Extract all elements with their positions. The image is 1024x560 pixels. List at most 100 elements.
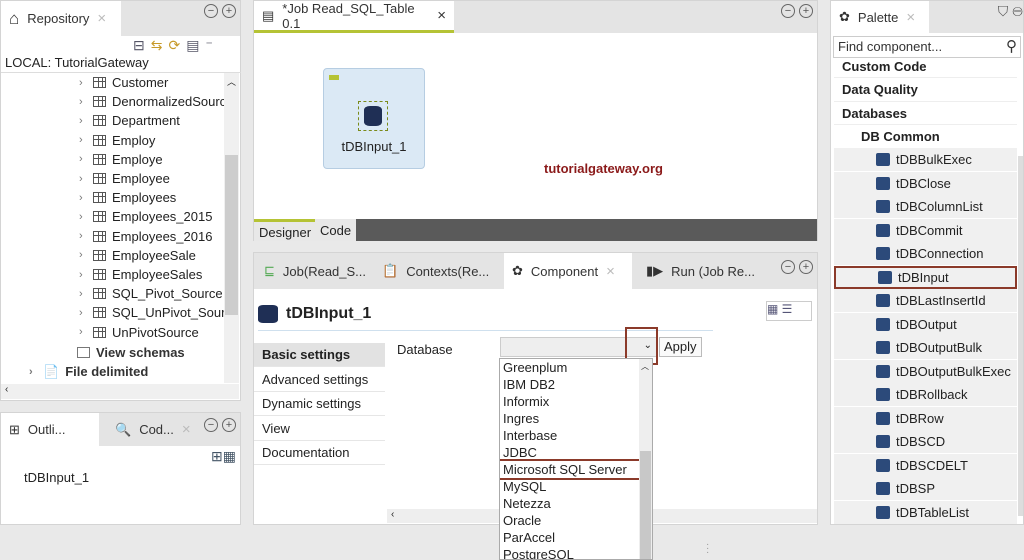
maximize-icon[interactable]: + [222,418,236,432]
filter-icon[interactable]: ⛉ ⊖ [998,3,1023,20]
tree-item-file-delimited[interactable]: › 📄 File delimited [29,362,148,381]
tree-item[interactable]: › Employee [79,169,170,188]
chevron-right-icon[interactable]: › [79,230,87,242]
tree-item[interactable]: › DenormalizedSourc [79,92,226,111]
tab-code-viewer[interactable]: 🔍 Cod... × [107,413,199,446]
chevron-right-icon[interactable]: › [79,192,87,204]
tab-designer[interactable]: Designer [254,219,317,241]
horizontal-scrollbar[interactable]: ‹ [1,384,239,399]
palette-item[interactable]: tDBLastInsertId [834,289,1017,312]
tree-item[interactable]: › Employ [79,131,155,150]
palette-item[interactable]: tDBOutputBulk [834,336,1017,359]
palette-item[interactable]: tDBInput [834,265,1017,289]
minimize-icon[interactable]: − [781,4,795,18]
tree-item-view-schemas[interactable]: View schemas [77,343,185,362]
tab-code[interactable]: Code [315,219,357,241]
tab-palette[interactable]: ✿ Palette × [831,1,929,33]
refresh-icon[interactable]: ⟳ [168,37,180,54]
vertical-tab[interactable]: Basic settings [254,343,385,367]
collapse-all-icon[interactable]: ⊟ [133,37,145,54]
dropdown-option[interactable]: Netezza [500,495,640,512]
dropdown-option[interactable]: Oracle [500,512,640,529]
tree-item[interactable]: › EmployeeSale [79,246,196,265]
chevron-right-icon[interactable]: › [79,96,87,108]
tree-item[interactable]: › SQL_Pivot_Source [79,284,223,303]
dropdown-option[interactable]: PostgreSQL [500,546,640,559]
tree-item[interactable]: › UnPivotSource [79,323,199,342]
tree-item[interactable]: › Employe [79,150,163,169]
vertical-tab[interactable]: Advanced settings [254,368,385,392]
close-icon[interactable]: × [437,7,446,24]
palette-item[interactable]: tDBSP [834,477,1017,500]
palette-subcategory[interactable]: DB Common [834,125,1017,148]
tree-item[interactable]: › EmployeeSales [79,265,202,284]
tree-item[interactable]: › Employees [79,188,176,207]
tab-repository[interactable]: ⌂ Repository × [1,1,121,36]
tree-item[interactable]: › Employees_2016 [79,227,212,246]
palette-item[interactable]: tDBConnection [834,242,1017,265]
maximize-icon[interactable]: + [799,4,813,18]
chevron-right-icon[interactable]: › [79,173,87,185]
resize-handle[interactable]: · · · [706,540,709,558]
dropdown-option[interactable]: Microsoft SQL Server [500,459,652,480]
palette-item[interactable]: tDBRollback [834,383,1017,406]
tab-job[interactable]: ▤ *Job Read_SQL_Table 0.1 × [254,1,454,33]
dropdown-option[interactable]: JDBC [500,444,640,461]
vertical-tab[interactable]: Dynamic settings [254,392,385,416]
layout-toggle-icons[interactable]: ▦ ☰ [766,301,812,321]
palette-item[interactable]: tDBSCDELT [834,453,1017,477]
maximize-icon[interactable]: + [799,260,813,274]
palette-item[interactable]: tDBClose [834,171,1017,195]
chevron-right-icon[interactable]: › [79,77,87,89]
chevron-right-icon[interactable]: › [79,249,87,261]
tab-component[interactable]: ✿ Component × [504,253,632,289]
tree-item[interactable]: › Employees_2015 [79,207,212,226]
palette-item[interactable]: tDBBulkExec [834,148,1017,171]
palette-category[interactable]: Custom Code [834,55,1017,78]
outline-toolbar-icons[interactable]: ⊞▦ [211,448,236,465]
dropdown-option[interactable]: Ingres [500,410,640,427]
palette-item[interactable]: tDBCommit [834,218,1017,242]
palette-scrollbar[interactable] [1018,156,1023,516]
dropdown-option[interactable]: ParAccel [500,529,640,546]
vertical-tab[interactable]: View [254,417,385,441]
dropdown-option[interactable]: Interbase [500,427,640,444]
minimize-icon[interactable]: − [781,260,795,274]
outline-item[interactable]: tDBInput_1 [24,470,89,485]
palette-category[interactable]: Databases [834,102,1017,125]
component-node[interactable]: tDBInput_1 [323,68,425,169]
chevron-right-icon[interactable]: › [79,115,87,127]
chevron-right-icon[interactable]: › [79,307,87,319]
palette-item[interactable]: tDBSCD [834,430,1017,453]
palette-item[interactable]: tDBTableList [834,500,1017,524]
close-icon[interactable]: × [906,9,915,26]
dropdown-option[interactable]: Greenplum [500,359,640,376]
dropdown-scrollbar[interactable]: ︿ [639,359,652,559]
chevron-right-icon[interactable]: › [79,134,87,146]
dropdown-option[interactable]: IBM DB2 [500,376,640,393]
tab-outline[interactable]: ⊞ Outli... [1,413,99,446]
tab-run[interactable]: ▮▶ Run (Job Re... [638,253,763,289]
vertical-scrollbar[interactable]: ︿ [224,73,239,383]
palette-item[interactable]: tDBOutputBulkExec [834,359,1017,383]
filter-icon[interactable]: ▤ [186,37,199,54]
chevron-right-icon[interactable]: › [79,326,87,338]
apply-button[interactable]: Apply [659,337,702,357]
palette-item[interactable]: tDBColumnList [834,195,1017,218]
palette-item[interactable]: tDBOutput [834,312,1017,336]
dropdown-option[interactable]: Informix [500,393,640,410]
chevron-right-icon[interactable]: › [79,269,87,281]
chevron-right-icon[interactable]: › [79,153,87,165]
chevron-right-icon[interactable]: › [79,211,87,223]
chevron-right-icon[interactable]: › [29,366,37,378]
minimize-icon[interactable]: − [204,418,218,432]
close-icon[interactable]: × [606,263,615,280]
tree-item[interactable]: › Customer [79,73,168,92]
database-dropdown-list[interactable]: Greenplum IBM DB2 Informix Ingres Interbase J… [499,358,653,560]
close-icon[interactable]: × [97,10,106,27]
tree-item[interactable]: › Department [79,111,180,130]
close-icon[interactable]: × [182,421,191,438]
minimize-icon[interactable]: − [204,4,218,18]
link-editor-icon[interactable]: ⇆ [151,37,163,54]
chevron-right-icon[interactable]: › [79,288,87,300]
